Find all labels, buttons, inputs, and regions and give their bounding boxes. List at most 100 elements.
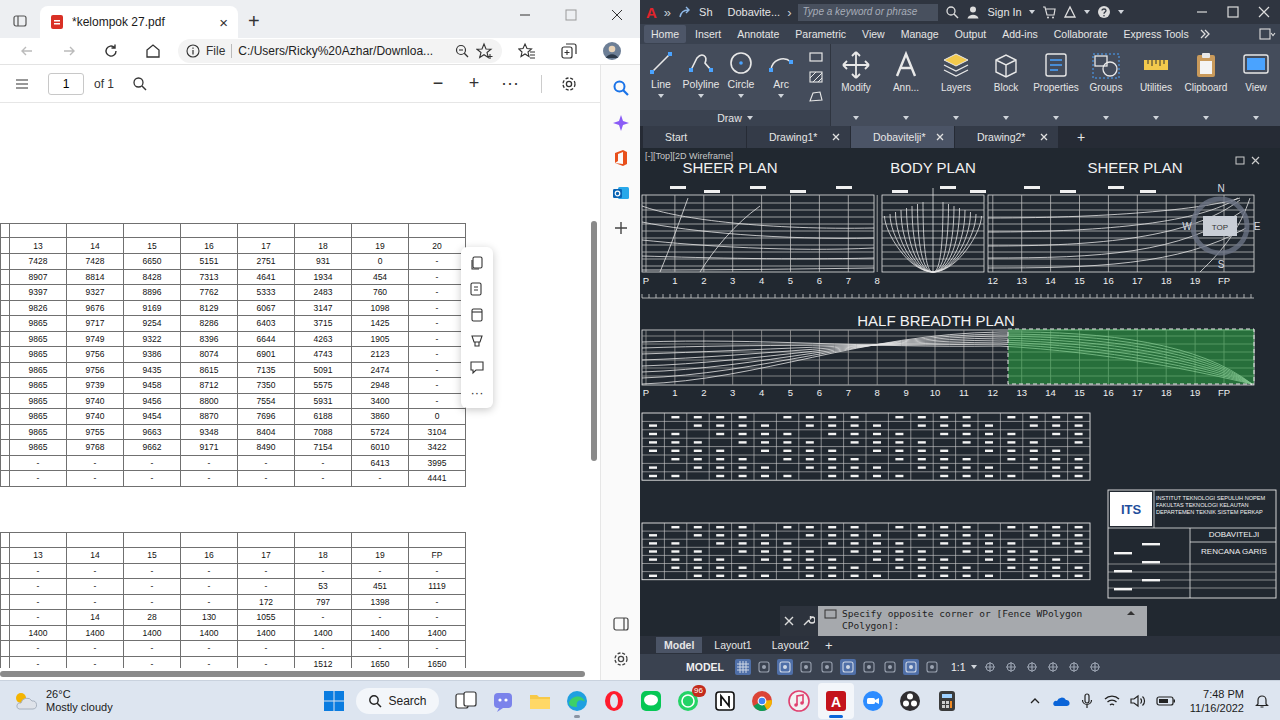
close-icon[interactable]	[594, 0, 640, 30]
zoom-in-button[interactable]: +	[461, 73, 487, 94]
show-hidden-icons-icon[interactable]	[1028, 694, 1042, 708]
command-prompt[interactable]: Specify opposite corner or [Fence WPolyg…	[818, 606, 1147, 636]
status-tool-icon[interactable]	[1066, 659, 1082, 675]
help-icon[interactable]	[1097, 5, 1111, 19]
dropdown-caret[interactable]	[1029, 10, 1035, 14]
search-icon[interactable]	[612, 79, 630, 97]
browser-tab[interactable]: *kelompok 27.pdf×	[40, 6, 238, 38]
ribbon-tool[interactable]: Ann...	[881, 44, 931, 126]
status-toggle-icon[interactable]	[840, 659, 856, 675]
ribbon-tab[interactable]: Home	[644, 25, 686, 43]
sidebar-settings-icon[interactable]	[612, 650, 630, 668]
tool-dropdown-caret[interactable]	[1053, 116, 1059, 120]
notifications-icon[interactable]	[1254, 693, 1270, 709]
selection-window[interactable]	[1008, 329, 1254, 384]
copilot-icon[interactable]	[612, 114, 630, 132]
grid-icon[interactable]	[735, 659, 751, 675]
scroll-thumb[interactable]	[0, 671, 585, 677]
annotation-scale[interactable]: 1:1	[951, 661, 966, 673]
dropdown-caret[interactable]	[1118, 10, 1124, 14]
page-icon[interactable]	[469, 307, 485, 323]
contents-icon[interactable]	[14, 76, 30, 92]
ribbon-tool[interactable]: Line	[642, 50, 680, 98]
ribbon-tab[interactable]: Express Tools	[1116, 25, 1195, 43]
sign-in-button[interactable]: Sign In	[987, 6, 1021, 18]
region-icon[interactable]	[808, 90, 824, 104]
url-field[interactable]: FileC:/Users/Ricky%20Azhar/Downloa...	[178, 39, 502, 63]
document-tab[interactable]: Start	[643, 126, 747, 148]
weather-widget[interactable]: 26°CMostly cloudy	[0, 688, 315, 714]
status-toggle-icon[interactable]	[882, 659, 898, 675]
taskbar-app[interactable]	[522, 683, 558, 719]
microphone-icon[interactable]	[1080, 693, 1094, 709]
highlight-icon[interactable]	[469, 333, 485, 349]
taskbar-app[interactable]	[781, 683, 817, 719]
ribbon-tool[interactable]: Arc	[762, 50, 800, 98]
status-tool-icon[interactable]	[1045, 659, 1061, 675]
settings-icon[interactable]	[560, 75, 578, 93]
copy-icon[interactable]	[469, 255, 485, 271]
ribbon-tab[interactable]: Parametric	[788, 25, 853, 43]
ribbon-tab[interactable]: Add-ins	[995, 25, 1045, 43]
ribbon-tool[interactable]: Polyline	[682, 50, 720, 98]
status-tool-icon[interactable]	[1087, 659, 1103, 675]
status-tool-icon[interactable]	[1003, 659, 1019, 675]
page-number-field[interactable]: 1	[48, 73, 84, 95]
clock[interactable]: 7:48 PM11/16/2022	[1190, 687, 1244, 715]
windows-start-icon[interactable]	[323, 690, 345, 712]
minimize-icon[interactable]	[502, 0, 548, 30]
office-icon[interactable]	[612, 149, 630, 167]
tool-dropdown-caret[interactable]	[1203, 116, 1209, 120]
taskbar-app[interactable]	[707, 683, 743, 719]
compass-south[interactable]: S	[1218, 259, 1225, 270]
taskbar-app[interactable]: 96	[670, 683, 706, 719]
viewcube[interactable]: TOPNWES	[1182, 183, 1260, 270]
ribbon-tab[interactable]: Insert	[688, 25, 728, 43]
taskbar-app[interactable]	[448, 683, 484, 719]
layout-tab[interactable]: Model	[656, 637, 702, 653]
refresh-icon[interactable]	[102, 42, 120, 60]
read-aloud-icon[interactable]	[469, 281, 485, 297]
tool-dropdown-caret[interactable]	[953, 116, 959, 120]
close-tab-icon[interactable]	[1038, 131, 1050, 143]
taskbar-app[interactable]	[596, 683, 632, 719]
back-icon[interactable]	[18, 42, 36, 60]
comment-icon[interactable]	[469, 359, 485, 375]
document-tab[interactable]: Dobavitelji*	[851, 126, 955, 148]
status-toggle-icon[interactable]	[819, 659, 835, 675]
ribbon-tool[interactable]: Utilities	[1131, 44, 1181, 126]
share-icon[interactable]	[678, 5, 692, 19]
layout-tab[interactable]: Layout1	[706, 637, 759, 653]
ribbon-minimize-icon[interactable]	[1258, 27, 1276, 41]
layout-tab[interactable]: Layout2	[764, 637, 817, 653]
drawing-canvas[interactable]: [-][Top][2D Wireframe]SHEER PLANBODY PLA…	[640, 148, 1280, 636]
scale-caret[interactable]	[971, 665, 977, 669]
ribbon-tool[interactable]: View	[1231, 44, 1280, 126]
status-tool-icon[interactable]	[1024, 659, 1040, 675]
new-document-button[interactable]: +	[1077, 129, 1085, 145]
favorites-icon[interactable]	[518, 42, 536, 60]
new-tab-button[interactable]: +	[248, 10, 260, 33]
taskbar-app[interactable]	[855, 683, 891, 719]
rectangle-icon[interactable]	[808, 50, 824, 64]
ribbon-tab[interactable]: Output	[948, 25, 994, 43]
horizontal-scrollbar[interactable]	[0, 668, 600, 680]
tool-dropdown-caret[interactable]	[738, 94, 744, 98]
share-button[interactable]: Sh	[699, 6, 712, 18]
draw-panel-label[interactable]: Draw	[640, 110, 830, 126]
tool-dropdown-caret[interactable]	[1253, 116, 1259, 120]
tool-dropdown-caret[interactable]	[853, 116, 859, 120]
hatch-icon[interactable]	[808, 70, 824, 84]
ribbon-tool[interactable]: Properties	[1031, 44, 1081, 126]
viewport-controls[interactable]	[1236, 157, 1259, 164]
ribbon-tool[interactable]: Circle	[722, 50, 760, 98]
minimize-icon[interactable]	[1190, 2, 1214, 22]
command-history-icon[interactable]	[1126, 608, 1136, 618]
tab-actions-icon[interactable]	[12, 13, 28, 29]
tool-dropdown-caret[interactable]	[698, 94, 704, 98]
title-arrow[interactable]: ›	[787, 5, 791, 20]
close-tab-icon[interactable]	[830, 131, 842, 143]
compass-north[interactable]: N	[1217, 183, 1224, 194]
more-button[interactable]: ···	[497, 73, 523, 94]
ribbon-tab[interactable]: Manage	[894, 25, 946, 43]
